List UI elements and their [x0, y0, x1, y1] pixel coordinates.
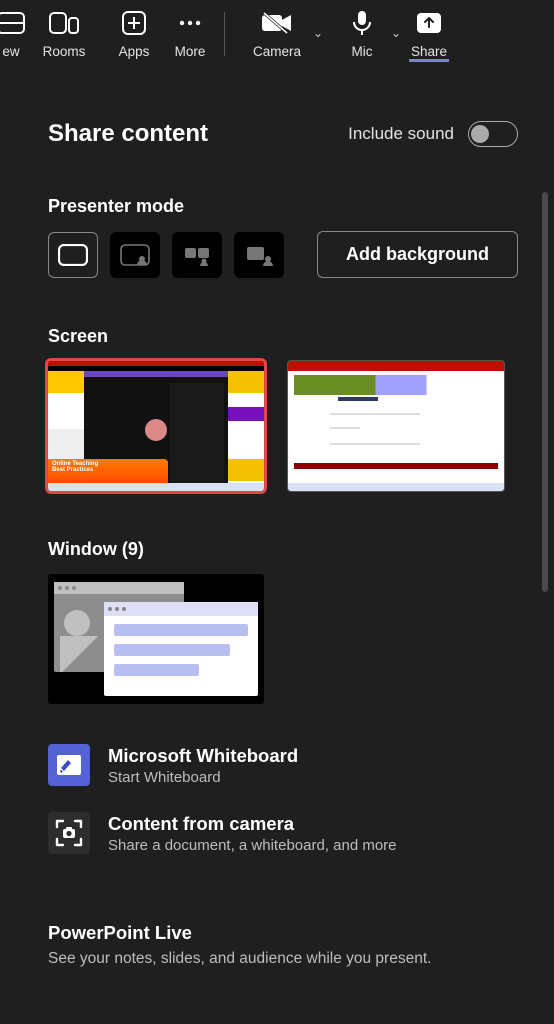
divider [224, 12, 225, 56]
apps-label: Apps [119, 44, 150, 59]
screen-thumb-2[interactable] [288, 361, 504, 491]
share-panel: Share content Include sound Presenter mo… [0, 72, 554, 1024]
scrollbar[interactable] [542, 192, 548, 592]
whiteboard-icon [48, 744, 90, 786]
share-button[interactable]: Share [401, 8, 457, 59]
presenter-mode-standout[interactable] [110, 232, 160, 278]
presenter-mode-reporter[interactable] [234, 232, 284, 278]
mic-icon [352, 8, 372, 38]
view-label: ew [2, 44, 19, 59]
content-camera-option[interactable]: Content from camera Share a document, a … [48, 812, 554, 854]
camera-button[interactable]: Camera ⌄ [231, 8, 323, 59]
more-button[interactable]: More [162, 8, 218, 59]
view-button[interactable]: ew [0, 8, 22, 59]
whiteboard-option[interactable]: Microsoft Whiteboard Start Whiteboard [48, 744, 554, 786]
apps-button[interactable]: Apps [106, 8, 162, 59]
toggle-knob [471, 125, 489, 143]
more-icon [178, 8, 202, 38]
active-indicator [409, 59, 449, 62]
share-label: Share [411, 44, 447, 59]
window-picker[interactable] [48, 574, 264, 704]
rooms-button[interactable]: Rooms [22, 8, 106, 59]
include-sound-toggle[interactable] [468, 121, 518, 147]
camera-off-icon [261, 8, 293, 38]
include-sound-label: Include sound [348, 124, 454, 144]
add-background-button[interactable]: Add background [317, 231, 518, 278]
content-camera-subtitle: Share a document, a whiteboard, and more [108, 837, 397, 854]
meeting-toolbar: ew Rooms Apps More Camera ⌄ Mic ⌄ [0, 0, 554, 72]
rooms-label: Rooms [43, 44, 86, 59]
chevron-down-icon[interactable]: ⌄ [313, 26, 323, 40]
content-camera-title: Content from camera [108, 813, 397, 835]
screen-section-label: Screen [48, 326, 554, 347]
ppt-subtitle: See your notes, slides, and audience whi… [48, 950, 554, 968]
presenter-mode-side-by-side[interactable] [172, 232, 222, 278]
more-label: More [175, 44, 206, 59]
presenter-mode-content-only[interactable] [48, 232, 98, 278]
presenter-mode-row: Add background [48, 231, 554, 278]
camera-label: Camera [253, 44, 301, 59]
share-icon [416, 8, 442, 38]
window-section-label: Window (9) [48, 539, 554, 560]
screen-thumb-1[interactable]: Online TeachingBest Practices [48, 361, 264, 491]
rooms-icon [49, 8, 79, 38]
powerpoint-live-section: PowerPoint Live See your notes, slides, … [48, 922, 554, 968]
presenter-mode-label: Presenter mode [48, 196, 554, 217]
apps-icon [122, 8, 146, 38]
chevron-down-icon[interactable]: ⌄ [391, 26, 401, 40]
panel-title: Share content [48, 120, 208, 148]
ppt-title: PowerPoint Live [48, 922, 554, 944]
mic-button[interactable]: Mic ⌄ [323, 8, 401, 59]
mic-label: Mic [352, 44, 373, 59]
whiteboard-title: Microsoft Whiteboard [108, 745, 298, 767]
screen-list: Online TeachingBest Practices [48, 361, 554, 491]
whiteboard-subtitle: Start Whiteboard [108, 769, 298, 786]
content-camera-icon [48, 812, 90, 854]
